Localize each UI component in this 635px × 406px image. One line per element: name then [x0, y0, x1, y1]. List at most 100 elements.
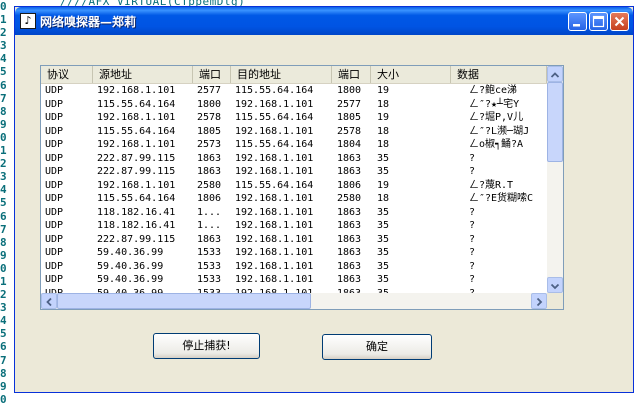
column-destination-port[interactable]: 端口 [332, 66, 371, 83]
table-row[interactable]: UDP 118.182.16.41 1... 192.168.1.101 1863 35? [41, 219, 547, 233]
close-button[interactable] [610, 12, 629, 31]
arrow-down-icon [550, 283, 560, 290]
horizontal-scroll-thumb[interactable] [57, 293, 311, 309]
line-number: 1 [0, 274, 7, 288]
cell-size: 35 [377, 233, 390, 245]
horizontal-scrollbar[interactable] [41, 293, 547, 309]
column-source-port[interactable]: 端口 [193, 66, 231, 83]
line-number: 1 [0, 144, 7, 158]
table-row[interactable]: UDP 222.87.99.115 1863 192.168.1.101 1863 35? [41, 152, 547, 166]
table-row[interactable]: UDP 192.168.1.101 2580 115.55.64.164 1806 19 ㄥ… [41, 179, 547, 193]
line-number: 6 [0, 209, 7, 223]
line-number: 5 [0, 196, 7, 210]
cell-destination-address: 192.168.1.101 [235, 274, 314, 285]
cell-size: 19 [377, 179, 390, 191]
line-number: 3 [0, 170, 7, 184]
cell-data: ㄥ″?L濒─瑚J [469, 125, 530, 137]
cell-destination-port: 1805 [337, 112, 362, 123]
arrow-right-icon [536, 297, 543, 307]
table-row[interactable]: UDP 115.55.64.164 1805 192.168.1.101 2578 18 ㄥ… [41, 125, 547, 139]
packet-list[interactable]: 协议 源地址 端口 目的地址 端口 大小 数据 UDP 192.168.1.101… [40, 65, 564, 310]
cell-protocol: UDP [45, 179, 64, 191]
cell-source-port: 1863 [197, 166, 222, 177]
cell-destination-address: 192.168.1.101 [235, 98, 314, 110]
column-destination-address[interactable]: 目的地址 [231, 66, 332, 83]
cell-data: ㄥ?堀P,V儿 [469, 112, 524, 123]
cell-destination-port: 1863 [337, 260, 362, 272]
scrollbar-corner [547, 293, 563, 309]
table-row[interactable]: UDP 118.182.16.41 1... 192.168.1.101 1863 35? [41, 206, 547, 220]
line-number: 6 [0, 340, 7, 354]
table-row[interactable]: UDP 115.55.64.164 1806 192.168.1.101 2580 18 ㄥ… [41, 192, 547, 206]
stop-capture-button[interactable]: 停止捕获! [153, 333, 260, 359]
cell-data: ? [469, 247, 476, 258]
ok-button[interactable]: 确定 [322, 334, 432, 360]
table-row[interactable]: UDP 59.40.36.99 1533 192.168.1.101 1863 35? [41, 260, 547, 274]
line-number: 0 [0, 261, 7, 275]
column-data[interactable]: 数据 [451, 66, 547, 83]
table-row[interactable]: UDP 192.168.1.101 2578 115.55.64.164 1805 19 ㄥ… [41, 111, 547, 125]
scroll-up-button[interactable] [547, 66, 563, 82]
table-row[interactable]: UDP 222.87.99.115 1863 192.168.1.101 1863 35? [41, 233, 547, 247]
cell-destination-port: 1806 [337, 179, 362, 191]
line-number: 9 [0, 117, 7, 131]
cell-destination-port: 1863 [337, 247, 362, 258]
table-row[interactable]: UDP 192.168.1.101 2573 115.55.64.164 1804 18 ㄥ… [41, 138, 547, 152]
table-row[interactable]: UDP 59.40.36.99 1533 192.168.1.101 1863 35? [41, 246, 547, 260]
cell-destination-address: 115.55.64.164 [235, 139, 314, 150]
cell-source-address: 59.40.36.99 [97, 274, 164, 285]
cell-destination-address: 192.168.1.101 [235, 220, 314, 231]
maximize-button[interactable] [589, 12, 608, 31]
cell-data: ㄥ?蔑R.T [469, 179, 514, 191]
scroll-down-button[interactable] [547, 277, 563, 293]
cell-source-address: 59.40.36.99 [97, 260, 164, 272]
cell-data: ㄥ?鲍ce涕 [469, 85, 518, 96]
table-row[interactable]: UDP 222.87.99.115 1863 192.168.1.101 1863 35? [41, 165, 547, 179]
table-row[interactable]: UDP 59.40.36.99 1533 192.168.1.101 1863 35? [41, 273, 547, 287]
cell-data: ? [469, 274, 476, 285]
cell-protocol: UDP [45, 166, 64, 177]
cell-source-port: 1806 [197, 193, 222, 204]
cell-source-port: 1533 [197, 274, 222, 285]
cell-size: 35 [377, 247, 390, 258]
line-number: 1 [0, 13, 7, 27]
title-bar[interactable]: ♪ 网络嗅探器—郑莉 [15, 7, 633, 35]
vertical-scrollbar[interactable] [547, 66, 563, 293]
cell-source-port: 1... [197, 206, 222, 218]
scroll-left-button[interactable] [41, 293, 57, 309]
cell-source-address: 118.182.16.41 [97, 220, 176, 231]
line-number: 4 [0, 52, 7, 66]
cell-destination-address: 192.168.1.101 [235, 152, 314, 164]
line-number: 7 [0, 222, 7, 236]
cell-size: 35 [377, 220, 390, 231]
cell-protocol: UDP [45, 85, 64, 96]
cell-source-address: 222.87.99.115 [97, 233, 176, 245]
table-row[interactable]: UDP 192.168.1.101 2577 115.55.64.164 1800 19 ㄥ… [41, 84, 547, 98]
line-number: 5 [0, 327, 7, 341]
line-number: 2 [0, 288, 7, 302]
cell-destination-port: 1863 [337, 152, 362, 164]
cell-source-port: 1533 [197, 247, 222, 258]
cell-destination-port: 1804 [337, 139, 362, 150]
maximize-icon [592, 15, 605, 28]
arrow-left-icon [46, 297, 52, 307]
cell-protocol: UDP [45, 98, 64, 110]
cell-protocol: UDP [45, 206, 64, 218]
cell-destination-port: 1800 [337, 85, 362, 96]
cell-destination-port: 1863 [337, 166, 362, 177]
cell-source-address: 222.87.99.115 [97, 166, 176, 177]
column-protocol[interactable]: 协议 [41, 66, 93, 83]
column-size[interactable]: 大小 [371, 66, 451, 83]
cell-source-address: 192.168.1.101 [97, 139, 176, 150]
scroll-right-button[interactable] [531, 293, 547, 309]
vertical-scroll-thumb[interactable] [547, 82, 563, 162]
table-row[interactable]: UDP 115.55.64.164 1800 192.168.1.101 2577 18 ㄥ… [41, 98, 547, 112]
cell-protocol: UDP [45, 260, 64, 272]
cell-source-port: 2573 [197, 139, 222, 150]
minimize-button[interactable] [568, 12, 587, 31]
cell-protocol: UDP [45, 274, 64, 285]
column-source-address[interactable]: 源地址 [93, 66, 193, 83]
cell-protocol: UDP [45, 112, 64, 123]
cell-destination-address: 192.168.1.101 [235, 193, 314, 204]
cell-destination-address: 115.55.64.164 [235, 85, 314, 96]
